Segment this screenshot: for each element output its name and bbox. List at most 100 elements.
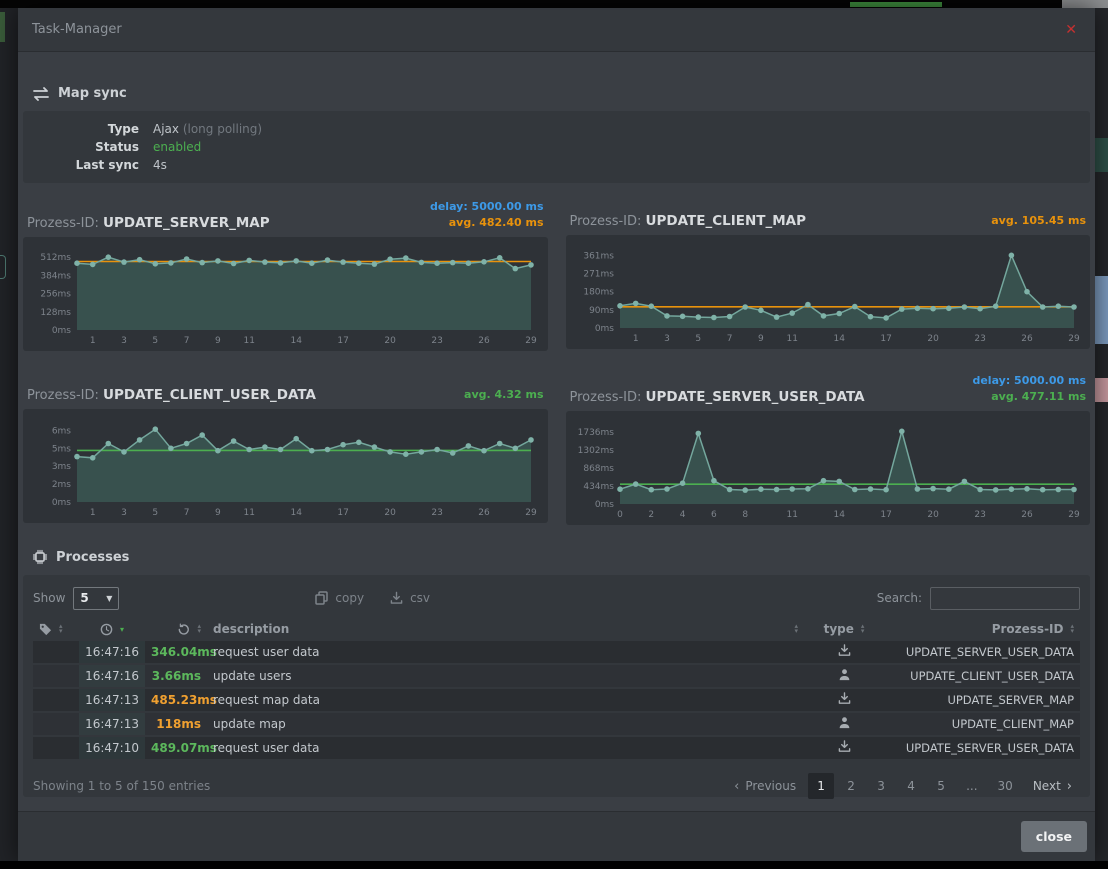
svg-text:29: 29 [525,336,537,346]
table-header-row: ▴▾ ▾ ▴▾ description ▴▾ [33,617,1080,641]
select-caret-icon: ▼ [106,594,112,603]
chart-title-row: Prozess-ID: UPDATE_CLIENT_USER_DATAavg. … [23,373,548,409]
copy-icon [315,591,328,605]
svg-text:6ms: 6ms [52,426,71,436]
svg-text:11: 11 [243,508,254,518]
svg-text:1: 1 [90,336,96,346]
chevron-right-icon: › [1067,779,1072,794]
background-progress-fragment [850,2,942,7]
type-column-header[interactable]: type ▴▾ [804,622,884,636]
svg-text:3: 3 [121,336,127,346]
chart-process-id: UPDATE_SERVER_USER_DATA [646,389,865,405]
sync-lastsync-label: Last sync [23,156,153,174]
page-button-1[interactable]: 1 [808,773,834,799]
close-button[interactable]: close [1021,821,1087,852]
time-cell: 16:47:10 [79,737,145,759]
copy-button-label: copy [335,591,364,605]
chart-process-id: UPDATE_SERVER_MAP [103,215,270,231]
table-footer: Showing 1 to 5 of 150 entries ‹Previous1… [33,773,1080,799]
page-button-30[interactable]: 30 [990,773,1021,799]
svg-text:3: 3 [664,334,670,344]
time-cell: 16:47:13 [79,713,145,735]
description-cell: request user data [207,741,804,755]
table-row: 16:47:13118msupdate mapUPDATE_CLIENT_MAP [33,713,1080,737]
svg-text:26: 26 [1021,510,1033,520]
svg-text:26: 26 [478,336,490,346]
close-icon[interactable]: ✕ [1061,20,1081,40]
svg-text:14: 14 [290,336,302,346]
svg-text:29: 29 [525,508,537,518]
search-label: Search: [877,591,922,605]
search-group: Search: [877,587,1080,610]
prozess-id-column-header[interactable]: Prozess-ID ▴▾ [884,622,1080,636]
sync-lastsync-value: 4s [153,156,167,174]
modal-header: Task-Manager ✕ [18,8,1095,52]
svg-text:1: 1 [90,508,96,518]
client-person-icon [838,668,851,681]
sync-type-value: Ajax (long polling) [153,120,262,138]
chevron-left-icon: ‹ [734,779,739,794]
clock-icon [100,623,113,636]
time-cell: 16:47:16 [79,641,145,663]
svg-text:7: 7 [184,336,190,346]
duration-cell: 3.66ms [145,669,207,683]
client-person-icon [838,716,851,729]
svg-text:1736ms: 1736ms [577,428,614,438]
time-cell: 16:47:16 [79,665,145,687]
server-download-icon [838,644,851,657]
tag-column-header[interactable]: ▴▾ [33,623,79,636]
delay-badge: delay: 5000.00 ms [972,373,1086,389]
svg-text:384ms: 384ms [40,271,71,281]
chart-title: Prozess-ID: UPDATE_CLIENT_USER_DATA [27,387,316,403]
search-input[interactable] [930,587,1080,610]
svg-text:23: 23 [974,334,985,344]
page-button-2[interactable]: 2 [838,773,864,799]
svg-text:7: 7 [726,334,732,344]
map-sync-heading: Map sync [32,86,1081,101]
prozess-id-cell: UPDATE_CLIENT_MAP [884,717,1080,731]
show-entries-select[interactable]: 5 ▼ [73,587,119,610]
prozess-id-cell: UPDATE_CLIENT_USER_DATA [884,669,1080,683]
duration-column-header[interactable]: ▴▾ [145,623,207,636]
page-button-3[interactable]: 3 [868,773,894,799]
chart-process-id: UPDATE_CLIENT_USER_DATA [103,387,316,403]
prozess-id-cell: UPDATE_SERVER_USER_DATA [884,741,1080,755]
type-icon-cell [804,692,884,708]
svg-text:11: 11 [786,334,797,344]
duration-cell: 485.23ms [145,693,207,707]
chart-title: Prozess-ID: UPDATE_SERVER_USER_DATA [570,389,865,405]
page-button-5[interactable]: 5 [928,773,954,799]
description-column-header[interactable]: description ▴▾ [207,622,804,636]
processes-heading: Processes [32,549,1081,565]
time-column-header[interactable]: ▾ [79,623,145,636]
next-button[interactable]: Next› [1025,773,1080,799]
copy-button[interactable]: copy [315,591,364,605]
svg-text:14: 14 [833,334,845,344]
sort-desc-active-icon: ▾ [120,625,124,634]
status-cell [33,717,79,731]
chart-process-id: UPDATE_CLIENT_MAP [646,213,806,229]
svg-text:2ms: 2ms [52,480,71,490]
chart-canvas: 0ms90ms180ms271ms361ms135791114172023262… [566,235,1091,349]
show-entries-value: 5 [80,591,88,605]
svg-text:17: 17 [337,508,348,518]
chart-block-update_server_user_data: Prozess-ID: UPDATE_SERVER_USER_DATA delay… [566,373,1091,525]
description-cell: update map [207,717,804,731]
page-button-4[interactable]: 4 [898,773,924,799]
processes-panel: Show 5 ▼ copy [23,575,1090,797]
svg-text:29: 29 [1068,510,1080,520]
chart-canvas: 0ms2ms3ms5ms6ms1357911141720232629 [23,409,548,523]
prev-button[interactable]: ‹Previous [726,773,804,799]
map-sync-panel: Type Ajax (long polling) Status enabled … [23,111,1090,183]
status-cell [33,693,79,707]
svg-text:256ms: 256ms [40,290,71,300]
sort-icon: ▴▾ [794,624,798,634]
chip-icon [32,549,48,565]
background-left-fragment [0,12,5,42]
svg-text:5: 5 [152,336,158,346]
svg-text:128ms: 128ms [40,308,71,318]
prozess-id-cell: UPDATE_SERVER_MAP [884,693,1080,707]
svg-text:23: 23 [974,510,985,520]
csv-button[interactable]: csv [390,591,430,605]
svg-text:1: 1 [632,334,638,344]
